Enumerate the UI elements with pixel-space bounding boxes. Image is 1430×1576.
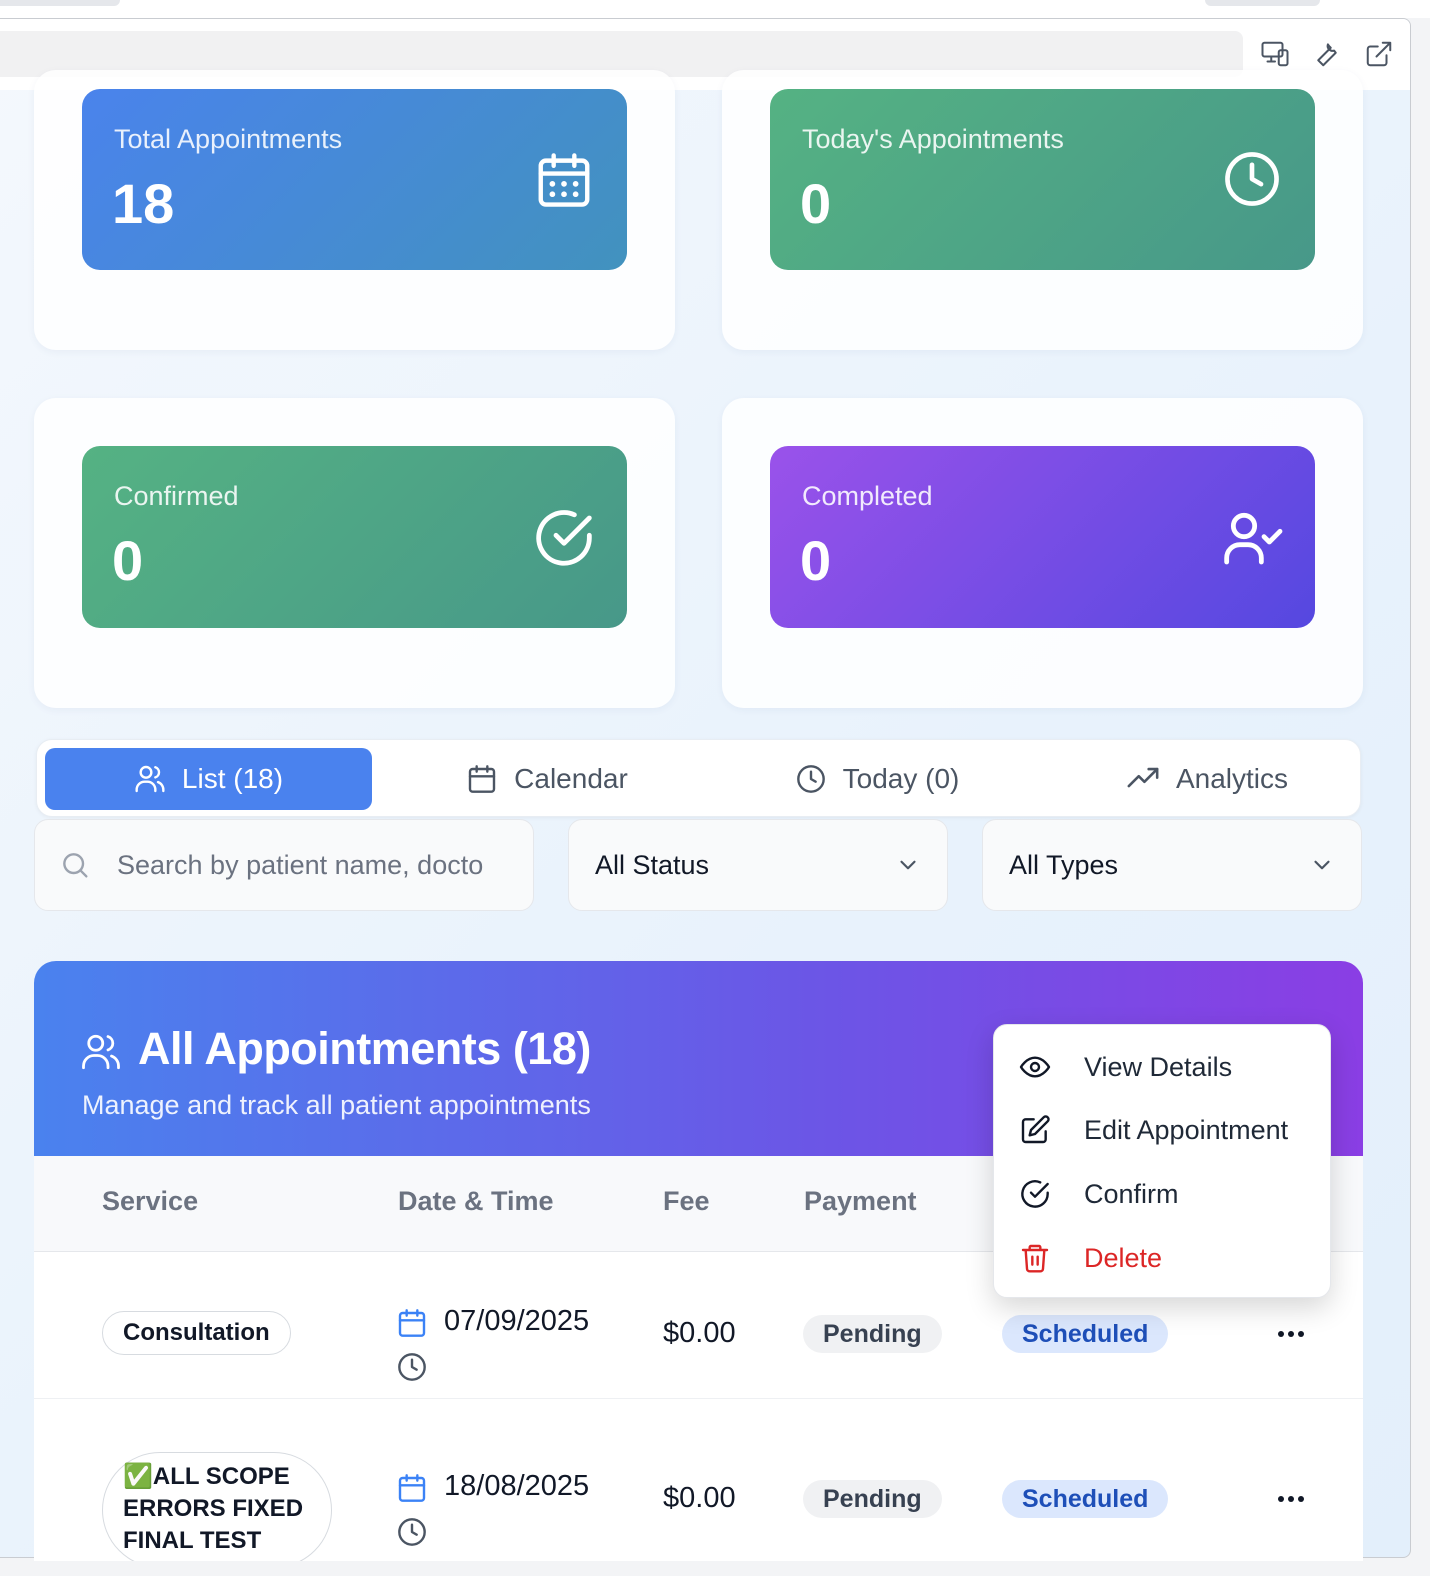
tab-label: List (18) — [181, 763, 284, 794]
more-actions-icon[interactable] — [1266, 1319, 1316, 1349]
stat-label: Today's Appointments — [802, 124, 1064, 154]
wrench-icon[interactable] — [1310, 37, 1344, 71]
menu-item-label: Confirm — [1084, 1178, 1179, 1209]
calendar-icon — [468, 765, 496, 793]
fee-value: $0.00 — [663, 1317, 736, 1349]
clock-icon — [796, 765, 825, 793]
stat-panel-completed: Completed 0 — [722, 398, 1363, 708]
tab-today[interactable]: Today (0) — [727, 748, 1027, 810]
appointments-subtitle: Manage and track all patient appointment… — [82, 1090, 591, 1120]
check-mark-emoji: ✅ — [123, 1463, 153, 1490]
stat-card-confirmed[interactable]: Confirmed 0 — [82, 446, 627, 628]
appointment-date: 07/09/2025 — [444, 1305, 590, 1337]
column-header-payment: Payment — [804, 1186, 917, 1216]
calendar-icon — [398, 1309, 426, 1337]
menu-item-delete[interactable]: Delete — [994, 1230, 1332, 1286]
users-icon — [135, 765, 165, 793]
menu-item-confirm[interactable]: Confirm — [994, 1166, 1332, 1222]
external-link-icon[interactable] — [1362, 37, 1396, 71]
edit-icon — [1018, 1113, 1052, 1147]
check-circle-icon — [532, 506, 596, 570]
tab-calendar[interactable]: Calendar — [397, 748, 697, 810]
clock-icon — [1220, 147, 1284, 211]
responsive-icon[interactable] — [1258, 37, 1292, 71]
calendar-icon — [398, 1474, 426, 1502]
status-badge: Scheduled — [1002, 1480, 1169, 1518]
view-tabs: List (18) Calendar Today (0) Analytics — [36, 739, 1361, 817]
menu-item-label: Delete — [1084, 1242, 1163, 1273]
tab-label: Today (0) — [842, 763, 960, 794]
payment-badge: Pending — [803, 1315, 942, 1353]
stat-card-completed[interactable]: Completed 0 — [770, 446, 1315, 628]
trash-icon — [1018, 1241, 1052, 1275]
menu-item-view-details[interactable]: View Details — [994, 1039, 1332, 1095]
tab-strip-left — [0, 0, 120, 6]
menu-item-label: View Details — [1084, 1051, 1233, 1082]
stat-value: 0 — [112, 529, 144, 592]
service-badge: Consultation — [102, 1311, 291, 1355]
row-actions-menu: View Details Edit Appointment Confirm De… — [993, 1024, 1331, 1298]
search-placeholder: Search by patient name, docto — [117, 849, 484, 880]
browser-top-strip — [0, 0, 1430, 18]
tab-analytics[interactable]: Analytics — [1057, 748, 1357, 810]
payment-badge: Pending — [803, 1480, 942, 1518]
fee-value: $0.00 — [663, 1482, 736, 1514]
column-header-fee: Fee — [663, 1186, 710, 1216]
type-select[interactable]: All Types — [982, 819, 1362, 911]
clock-icon — [398, 1518, 426, 1546]
more-actions-icon[interactable] — [1266, 1484, 1316, 1514]
stat-label: Total Appointments — [114, 124, 343, 154]
calendar-icon — [532, 148, 596, 212]
clock-icon — [398, 1353, 426, 1381]
stat-panel-confirmed: Confirmed 0 — [34, 398, 675, 708]
status-badge: Scheduled — [1002, 1315, 1169, 1353]
chevron-down-icon — [1314, 860, 1330, 870]
stat-value: 18 — [112, 172, 175, 235]
trending-up-icon — [1127, 767, 1159, 788]
type-select-value: All Types — [1009, 849, 1119, 880]
tab-list[interactable]: List (18) — [45, 748, 372, 810]
appointments-title: All Appointments (18) — [138, 1023, 591, 1074]
tab-label: Analytics — [1175, 763, 1289, 794]
stat-label: Completed — [802, 481, 933, 511]
column-header-date-time: Date & Time — [398, 1186, 554, 1216]
service-badge: ✅ALL SCOPE ERRORS FIXED FINAL TEST — [102, 1452, 332, 1561]
column-header-service: Service — [102, 1186, 199, 1216]
user-check-icon — [1220, 506, 1284, 570]
stat-label: Confirmed — [114, 481, 239, 511]
search-icon — [63, 853, 88, 878]
tab-strip-right — [1205, 0, 1320, 6]
stat-value: 0 — [800, 172, 832, 235]
check-circle-icon — [1018, 1177, 1052, 1211]
menu-item-label: Edit Appointment — [1084, 1114, 1289, 1145]
status-select-value: All Status — [595, 849, 710, 880]
search-field[interactable]: Search by patient name, docto — [34, 819, 534, 911]
tab-label: Calendar — [514, 763, 628, 794]
stat-panel-total: Total Appointments 18 — [34, 70, 675, 350]
appointment-date: 18/08/2025 — [444, 1470, 590, 1502]
stat-value: 0 — [800, 529, 832, 592]
stat-panel-today: Today's Appointments 0 — [722, 70, 1363, 350]
chevron-down-icon — [900, 860, 916, 870]
stat-card-todays-appointments[interactable]: Today's Appointments 0 — [770, 89, 1315, 270]
users-icon — [82, 1034, 120, 1070]
stat-card-total-appointments[interactable]: Total Appointments 18 — [82, 89, 627, 270]
menu-item-edit-appointment[interactable]: Edit Appointment — [994, 1102, 1332, 1158]
eye-icon — [1018, 1050, 1052, 1084]
table-row[interactable]: ✅ALL SCOPE ERRORS FIXED FINAL TEST 18/08… — [34, 1400, 1363, 1561]
status-select[interactable]: All Status — [568, 819, 948, 911]
